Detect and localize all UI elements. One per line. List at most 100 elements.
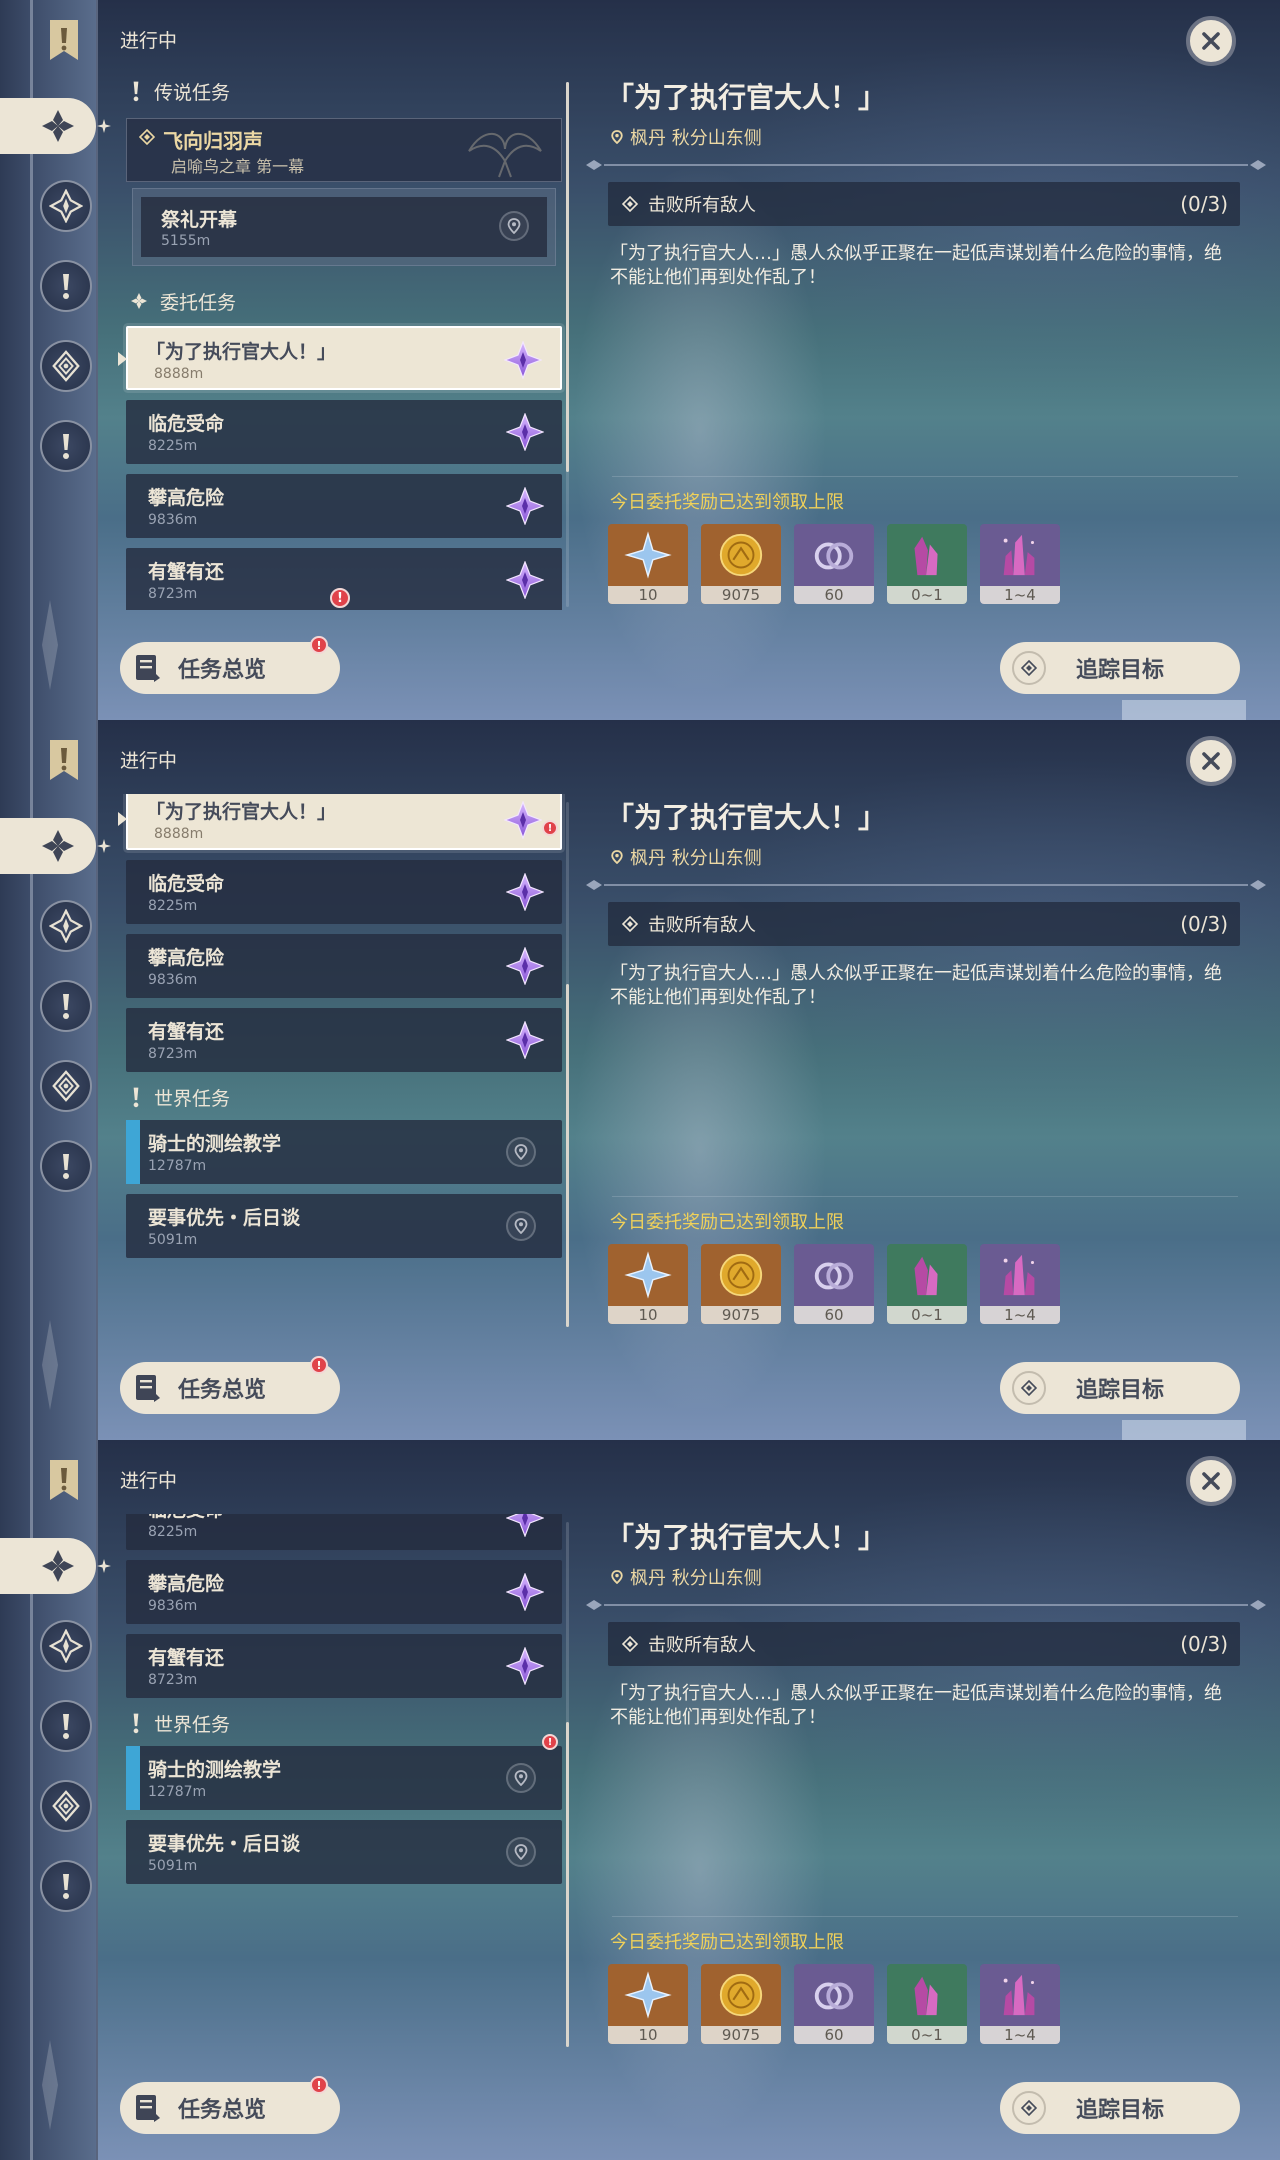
rail-tab-story[interactable] [40, 1780, 92, 1832]
crystal-cluster-icon [996, 531, 1044, 579]
quest-overview-button[interactable]: 任务总览 [120, 1362, 340, 1414]
track-target-button[interactable]: 追踪目标 [1000, 1362, 1240, 1414]
commission-card[interactable]: 临危受命 8225m [126, 860, 562, 924]
map-pin-icon[interactable] [506, 1763, 536, 1793]
map-pin-icon[interactable] [506, 1211, 536, 1241]
reward-friendship-exp[interactable]: 60 [794, 1964, 874, 2044]
commission-title: 有蟹有还 [148, 1647, 225, 1669]
quest-overview-button[interactable]: 任务总览 [120, 2082, 340, 2134]
commission-card[interactable]: 临危受命 8225m [126, 400, 562, 464]
commission-card[interactable]: 攀高危险 9836m [126, 1560, 562, 1624]
legend-subquest-card[interactable]: 祭礼开幕 5155m [132, 188, 556, 266]
commission-gem-icon [506, 487, 544, 525]
world-quest-card[interactable]: 骑士的测绘教学 12787m [126, 1120, 562, 1184]
close-button[interactable] [1186, 736, 1236, 786]
rail-tab-commission[interactable] [0, 818, 96, 874]
objective-row: 击败所有敌人 (0/3) [608, 182, 1240, 226]
world-quest-card[interactable]: 要事优先・后日谈 5091m [126, 1194, 562, 1258]
list-scrollbar[interactable] [566, 802, 569, 1327]
reward-crystal-chunk[interactable]: 0~1 [887, 524, 967, 604]
detail-description: 「为了执行官大人…」愚人众似乎正聚在一起低声谋划着什么危险的事情，绝不能让他们再… [610, 1683, 1222, 1728]
track-target-button[interactable]: 追踪目标 [1000, 642, 1240, 694]
close-button[interactable] [1186, 16, 1236, 66]
reward-mora[interactable]: 9075 [701, 524, 781, 604]
commission-card[interactable]: 攀高危险 9836m [126, 474, 562, 538]
quest-book-icon [132, 1372, 164, 1404]
rail-tab-commission[interactable] [0, 98, 96, 154]
screenshot-panel-3: 进行中 临危受命 8225m 攀高危险 9836m 有蟹有还 8723m 世界任… [0, 1440, 1280, 2160]
bookmark-icon[interactable] [46, 738, 82, 782]
rail-tab-event[interactable] [40, 1140, 92, 1192]
commission-card[interactable]: 攀高危险 9836m [126, 934, 562, 998]
rail-tab-world[interactable] [40, 980, 92, 1032]
rail-tab-archon[interactable] [40, 1620, 92, 1672]
list-scrollbar[interactable] [566, 82, 569, 607]
world-quest-card[interactable]: 骑士的测绘教学 12787m [126, 1746, 562, 1810]
rail-tab-archon[interactable] [40, 900, 92, 952]
subquest-distance: 5155m [161, 233, 211, 249]
commission-distance: 8225m [148, 1524, 198, 1540]
map-pin-icon[interactable] [506, 1137, 536, 1167]
scrollbar-thumb[interactable] [566, 984, 569, 1327]
reward-crystal-chunk[interactable]: 0~1 [887, 1244, 967, 1324]
reward-crystal-cluster[interactable]: 1~4 [980, 1244, 1060, 1324]
commission-card[interactable]: 临危受命 8225m [126, 1514, 562, 1550]
selection-arrow-icon [118, 352, 127, 366]
reward-crystal-chunk[interactable]: 0~1 [887, 1964, 967, 2044]
track-target-button[interactable]: 追踪目标 [1000, 2082, 1240, 2134]
reward-adventure-exp[interactable]: 10 [608, 1964, 688, 2044]
bookmark-icon[interactable] [46, 18, 82, 62]
quest-list[interactable]: 传说任务 飞向归羽声 启喻鸟之章 第一幕 祭礼开幕 5155m 委托任务 「为了… [118, 74, 566, 610]
location-pin-icon [611, 130, 623, 144]
rail-tab-story[interactable] [40, 340, 92, 392]
commission-card[interactable]: 有蟹有还 8723m [126, 1008, 562, 1072]
rail-tab-world[interactable] [40, 1700, 92, 1752]
reward-mora[interactable]: 9075 [701, 1244, 781, 1324]
close-button[interactable] [1186, 1456, 1236, 1506]
reward-heading: 今日委托奖励已达到领取上限 [610, 492, 844, 513]
commission-title: 攀高危险 [148, 1573, 225, 1595]
map-pin-icon[interactable] [506, 1837, 536, 1867]
crystal-chunk-icon [903, 531, 951, 579]
overview-alert: ! [310, 1356, 328, 1374]
rail-tab-event[interactable] [40, 420, 92, 472]
rail-tab-archon[interactable] [40, 180, 92, 232]
objective-text: 击败所有敌人 [648, 1635, 756, 1656]
commission-card[interactable]: 有蟹有还 8723m [126, 1634, 562, 1698]
detail-description: 「为了执行官大人…」愚人众似乎正聚在一起低声谋划着什么危险的事情，绝不能让他们再… [610, 963, 1222, 1008]
commission-card-selected[interactable]: 「为了执行官大人！」 8888m [118, 794, 562, 850]
quest-overview-button[interactable]: 任务总览 [120, 642, 340, 694]
world-quest-card[interactable]: 要事优先・后日谈 5091m [126, 1820, 562, 1884]
location-pin-icon [611, 850, 623, 864]
commission-gem-icon [504, 801, 542, 839]
bookmark-icon[interactable] [46, 1458, 82, 1502]
rail-tab-world[interactable] [40, 260, 92, 312]
quest-list[interactable]: 临危受命 8225m 攀高危险 9836m 有蟹有还 8723m 世界任务 骑士… [118, 1514, 566, 2050]
commission-title: 临危受命 [148, 413, 225, 435]
rail-tab-story[interactable] [40, 1060, 92, 1112]
commission-icon [40, 1548, 76, 1584]
spark-icon [97, 1559, 111, 1573]
commission-gem-icon [506, 561, 544, 599]
tracked-marker [126, 1746, 140, 1810]
reward-adventure-exp[interactable]: 10 [608, 1244, 688, 1324]
selection-arrow-icon [118, 812, 127, 826]
rail-tab-commission[interactable] [0, 1538, 96, 1594]
reward-friendship-exp[interactable]: 60 [794, 1244, 874, 1324]
reward-crystal-cluster[interactable]: 1~4 [980, 524, 1060, 604]
map-pin-icon[interactable] [499, 211, 529, 241]
reward-adventure-exp[interactable]: 10 [608, 524, 688, 604]
rail-tab-event[interactable] [40, 1860, 92, 1912]
diamond-icon [1021, 660, 1037, 676]
reward-mora[interactable]: 9075 [701, 1964, 781, 2044]
commission-icon [40, 828, 76, 864]
list-scrollbar[interactable] [566, 1522, 569, 2047]
scrollbar-thumb[interactable] [566, 82, 569, 472]
reward-friendship-exp[interactable]: 60 [794, 524, 874, 604]
commission-card-selected[interactable]: 「为了执行官大人！」 8888m [118, 326, 562, 390]
scrollbar-thumb[interactable] [566, 1722, 569, 2047]
quest-list[interactable]: 「为了执行官大人！」 8888m 临危受命 8225m 攀高危险 9836m 有… [118, 794, 566, 1330]
reward-crystal-cluster[interactable]: 1~4 [980, 1964, 1060, 2044]
legend-quest-card[interactable]: 飞向归羽声 启喻鸟之章 第一幕 [126, 118, 562, 182]
commission-title: 「为了执行官大人！」 [146, 341, 337, 363]
